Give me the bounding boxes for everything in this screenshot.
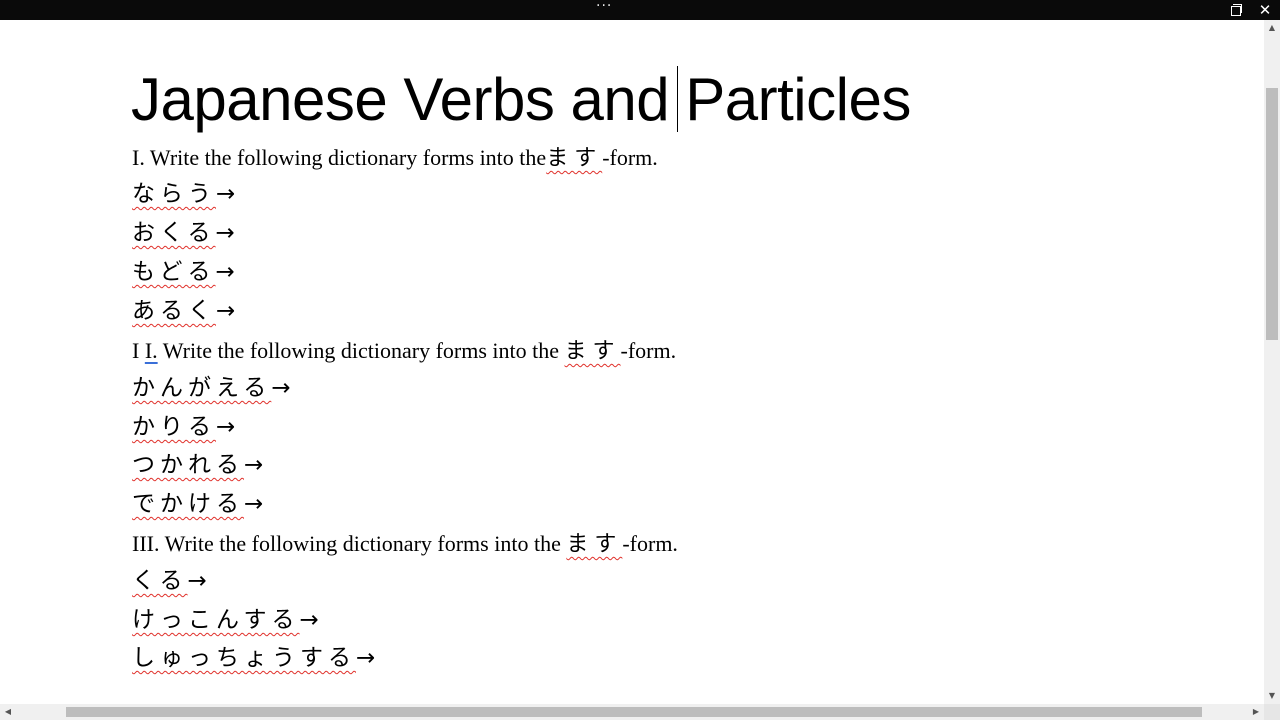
arrow-icon: → (244, 491, 264, 517)
list-item: くる→ (132, 561, 207, 595)
arrow-icon: → (215, 220, 235, 246)
horizontal-scroll-thumb[interactable] (66, 707, 1202, 717)
vertical-scrollbar[interactable]: ▲ ▼ (1264, 20, 1280, 704)
arrow-icon: → (244, 452, 264, 478)
verb-text: かりる (132, 414, 216, 440)
verb-text: けっこんする (132, 607, 300, 633)
instruction-text: I. Write the following dictionary forms … (132, 145, 547, 170)
verb-text: おくる (132, 220, 216, 246)
section-3-instruction: III. Write the following dictionary form… (132, 526, 678, 558)
instruction-text: III. Write the following dictionary form… (132, 531, 561, 556)
list-item: かりる→ (132, 407, 235, 441)
arrow-icon: → (299, 607, 319, 633)
list-item: でかける→ (132, 484, 263, 518)
list-item: ならう→ (132, 174, 235, 208)
more-options-icon[interactable]: ··· (596, 0, 612, 14)
instruction-text: I. (144, 338, 158, 363)
arrow-icon: → (271, 375, 291, 401)
arrow-icon: → (356, 645, 376, 671)
masu-highlight: ます (566, 532, 623, 557)
arrow-icon: → (215, 259, 235, 285)
instruction-suffix: -form. (620, 338, 677, 363)
restore-window-icon[interactable] (1228, 2, 1244, 18)
document-page[interactable]: Japanese Verbs and Particles I. Write th… (0, 20, 1264, 704)
verb-text: かんがえる (132, 375, 272, 401)
list-item: つかれる→ (132, 445, 263, 479)
arrow-icon: → (216, 181, 236, 207)
scroll-right-icon[interactable]: ▶ (1248, 704, 1264, 720)
verb-text: くる (132, 568, 188, 594)
verb-text: しゅっちょうする (132, 645, 356, 671)
horizontal-scrollbar[interactable]: ◀ ▶ (0, 704, 1264, 720)
instruction-suffix: -form. (602, 145, 658, 170)
arrow-icon: → (216, 414, 236, 440)
arrow-icon: → (216, 298, 236, 324)
arrow-icon: → (187, 568, 207, 594)
list-item: もどる→ (132, 252, 235, 286)
window-title-bar: ··· ✕ (0, 0, 1280, 20)
masu-highlight: ます (564, 339, 621, 364)
list-item: あるく→ (132, 291, 235, 325)
list-item: かんがえる→ (132, 368, 291, 402)
instruction-text: I (132, 338, 140, 363)
verb-text: でかける (132, 491, 244, 517)
verb-text: あるく (132, 298, 216, 324)
instruction-suffix: -form. (622, 531, 678, 556)
scroll-left-icon[interactable]: ◀ (0, 704, 16, 720)
list-item: おくる→ (132, 213, 235, 247)
document-title: Japanese Verbs and Particles (131, 66, 911, 133)
verb-text: ならう (132, 181, 216, 207)
scroll-up-icon[interactable]: ▲ (1264, 20, 1280, 36)
section-2-instruction: I I. Write the following dictionary form… (132, 333, 676, 365)
verb-text: つかれる (132, 452, 244, 478)
masu-highlight: ます (546, 146, 603, 171)
scroll-down-icon[interactable]: ▼ (1264, 688, 1280, 704)
scrollbar-corner (1264, 704, 1280, 720)
text-cursor (677, 66, 678, 132)
vertical-scroll-thumb[interactable] (1266, 88, 1278, 340)
close-window-icon[interactable]: ✕ (1257, 2, 1273, 18)
verb-text: もどる (132, 259, 216, 285)
list-item: しゅっちょうする→ (132, 638, 375, 672)
list-item: けっこんする→ (132, 600, 319, 634)
instruction-text: Write the following dictionary forms int… (162, 338, 560, 363)
section-1-instruction: I. Write the following dictionary forms … (132, 140, 658, 172)
